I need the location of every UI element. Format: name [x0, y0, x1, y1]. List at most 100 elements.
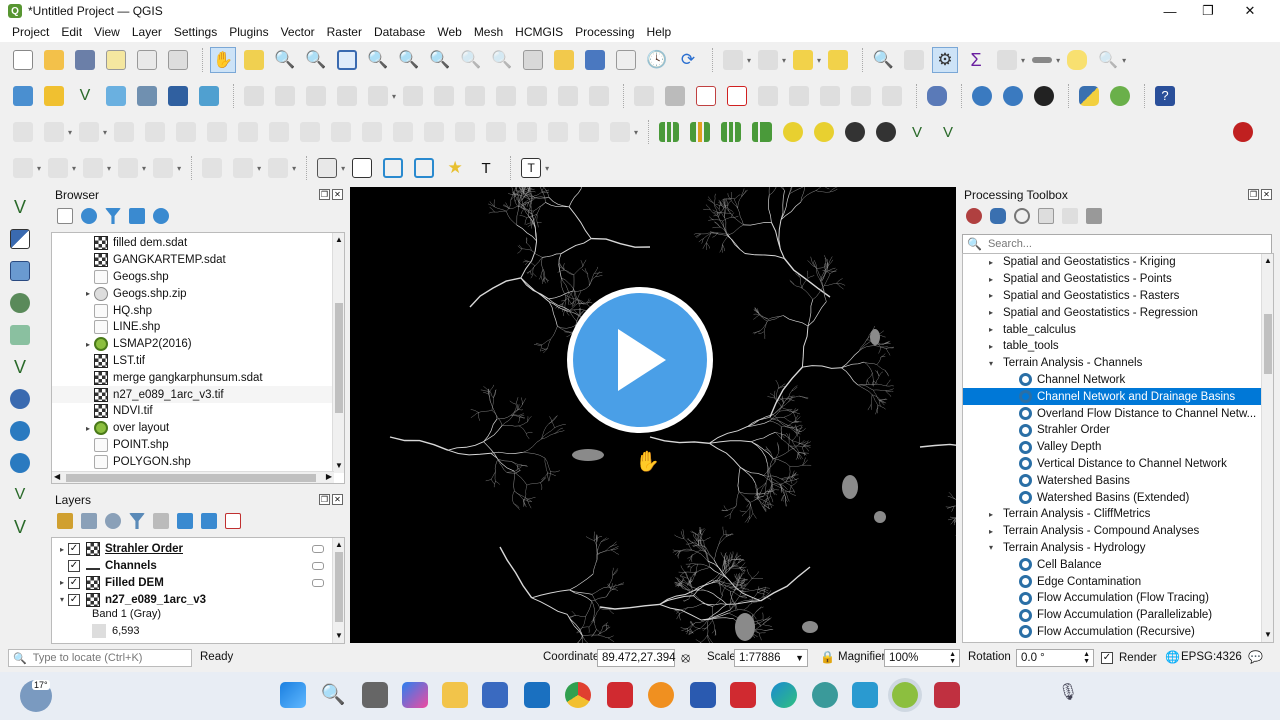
brave-icon[interactable] — [648, 682, 674, 708]
toolbox-group[interactable]: ▸ table_calculus — [963, 321, 1273, 338]
menu-raster[interactable]: Raster — [321, 25, 368, 39]
locator-icon[interactable]: 🔍 — [1095, 47, 1121, 73]
crs-label[interactable]: EPSG:4326 — [1181, 651, 1242, 663]
options-icon[interactable] — [1086, 208, 1102, 224]
globe-settings-icon[interactable] — [1000, 83, 1026, 109]
digitize-19-icon[interactable] — [576, 119, 602, 145]
toolbox-tree[interactable]: ▸ Spatial and Geostatistics - Kriging ▸ Spa… — [962, 253, 1274, 643]
toolbox-algorithm[interactable]: Valley Depth — [963, 439, 1273, 456]
add-wfs-icon[interactable]: V — [6, 482, 34, 508]
identify-icon[interactable]: 🔍 — [870, 47, 896, 73]
menu-plugins[interactable]: Plugins — [223, 25, 274, 39]
pin-label-icon[interactable] — [755, 83, 781, 109]
filter-legend-icon[interactable] — [129, 513, 145, 529]
new-3d-view-icon[interactable] — [551, 47, 577, 73]
add-mesh-icon[interactable] — [6, 258, 34, 284]
vertex-tool-icon[interactable] — [365, 83, 391, 109]
shape-6-icon[interactable] — [199, 155, 225, 181]
zoom-next-icon[interactable]: 🔍 — [489, 47, 515, 73]
shape-7-icon[interactable] — [230, 155, 256, 181]
toolbox-algorithm[interactable]: Flow Accumulation (Recursive) — [963, 624, 1273, 641]
vector-tool-2-icon[interactable]: V — [935, 119, 961, 145]
show-hide-label-icon[interactable] — [786, 83, 812, 109]
open-project-icon[interactable] — [41, 47, 67, 73]
toolbox-algorithm[interactable]: Watershed Basins — [963, 472, 1273, 489]
add-selected-icon[interactable] — [57, 208, 73, 224]
node-annotation-icon[interactable] — [380, 155, 406, 181]
magnet-icon[interactable] — [1230, 119, 1256, 145]
label-abc-red-icon[interactable] — [724, 83, 750, 109]
browser-item[interactable]: filled dem.sdat — [52, 235, 344, 252]
menu-database[interactable]: Database — [368, 25, 431, 39]
manage-themes-icon[interactable] — [105, 513, 121, 529]
text-annotation-icon[interactable] — [314, 155, 340, 181]
layout-manager-icon[interactable] — [134, 47, 160, 73]
toolbox-scrollbar[interactable]: ▲ ▼ — [1261, 254, 1273, 642]
browser-float-button[interactable]: ❐ — [319, 189, 330, 200]
expand-arrow-icon[interactable]: ▸ — [82, 424, 94, 433]
circle-1-icon[interactable] — [842, 119, 868, 145]
add-delimited-vector-icon[interactable]: V — [6, 194, 34, 220]
show-bookmarks-icon[interactable] — [613, 47, 639, 73]
snipping-tool-icon[interactable] — [934, 682, 960, 708]
filter-browser-icon[interactable] — [105, 208, 121, 224]
toolbox-close-button[interactable]: ✕ — [1261, 189, 1272, 200]
new-project-icon[interactable] — [10, 47, 36, 73]
undo-icon[interactable] — [555, 83, 581, 109]
digitize-11-icon[interactable] — [328, 119, 354, 145]
bar-chart-4-icon[interactable] — [749, 119, 775, 145]
toolbox-group[interactable]: ▸ Spatial and Geostatistics - Rasters — [963, 288, 1273, 305]
globe-search-icon[interactable] — [969, 83, 995, 109]
browser-scrollbar-v[interactable]: ▲ ▼ — [332, 233, 344, 473]
browser-item[interactable]: GANGKARTEMP.sdat — [52, 252, 344, 269]
file-explorer-icon[interactable] — [442, 682, 468, 708]
menu-project[interactable]: Project — [6, 25, 55, 39]
digitize-16-icon[interactable] — [483, 119, 509, 145]
crs-globe-icon[interactable]: 🌐 — [1165, 650, 1180, 664]
minimize-button[interactable]: — — [1150, 0, 1190, 22]
label-icon[interactable] — [631, 83, 657, 109]
zoom-full-icon[interactable] — [334, 47, 360, 73]
locator-field[interactable]: 🔍 Type to locate (Ctrl+K) — [8, 649, 192, 667]
scripts-icon[interactable] — [990, 208, 1006, 224]
layer-visibility-checkbox[interactable]: ✓ — [68, 560, 80, 573]
modify-attributes-icon[interactable] — [400, 83, 426, 109]
toolbox-group[interactable]: ▸ Spatial and Geostatistics - Regression — [963, 304, 1273, 321]
map-tips-icon[interactable] — [1064, 47, 1090, 73]
diagram-icon[interactable] — [662, 83, 688, 109]
toolbox-algorithm[interactable]: Vertical Distance to Channel Network — [963, 456, 1273, 473]
help-icon[interactable]: ? — [1152, 83, 1178, 109]
browser-item[interactable]: LINE.shp — [52, 319, 344, 336]
bar-chart-1-icon[interactable] — [656, 119, 682, 145]
select-annotation-icon[interactable] — [349, 155, 375, 181]
outlook-icon[interactable] — [524, 682, 550, 708]
move-label-icon[interactable] — [817, 83, 843, 109]
group-arrow-icon[interactable]: ▸ — [985, 527, 997, 536]
layer-indicator-icon[interactable] — [312, 562, 324, 571]
layer-visibility-checkbox[interactable]: ✓ — [68, 576, 80, 589]
shape-4-icon[interactable] — [115, 155, 141, 181]
digitize-7-icon[interactable] — [204, 119, 230, 145]
add-wms-icon[interactable] — [6, 418, 34, 444]
hcmgis-icon[interactable] — [1031, 83, 1057, 109]
copilot-icon[interactable] — [402, 682, 428, 708]
menu-view[interactable]: View — [88, 25, 126, 39]
layer-expand-arrow-icon[interactable]: ▸ — [56, 578, 68, 587]
start-icon[interactable] — [280, 682, 306, 708]
layer-indicator-icon[interactable] — [312, 545, 324, 554]
toolbox-algorithm[interactable]: Edge Contamination — [963, 573, 1273, 590]
browser-scrollbar-h[interactable]: ◀ ▶ — [52, 471, 334, 483]
menu-mesh[interactable]: Mesh — [468, 25, 509, 39]
menu-settings[interactable]: Settings — [168, 25, 223, 39]
digitize-5-icon[interactable] — [142, 119, 168, 145]
style-layer-icon[interactable] — [57, 513, 73, 529]
bar-chart-3-icon[interactable] — [718, 119, 744, 145]
new-layout-icon[interactable] — [103, 47, 129, 73]
browser-item[interactable]: HQ.shp — [52, 302, 344, 319]
bookmark-icon[interactable] — [582, 47, 608, 73]
maximize-button[interactable]: ❐ — [1188, 0, 1228, 22]
layer-item[interactable]: ✓ Channels — [52, 558, 344, 575]
toolbox-group[interactable]: ▸ Terrain Analysis - CliffMetrics — [963, 506, 1273, 523]
zoom-in-icon[interactable]: 🔍 — [272, 47, 298, 73]
toolbox-algorithm[interactable]: Flow Accumulation (Flow Tracing) — [963, 590, 1273, 607]
